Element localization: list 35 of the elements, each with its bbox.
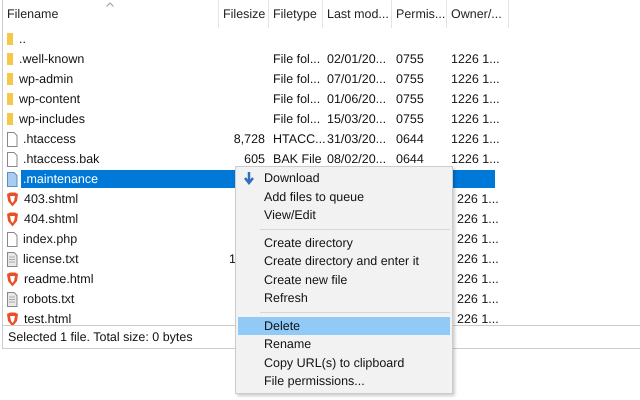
permissions: 0644 bbox=[396, 152, 424, 166]
file-size: 605 bbox=[244, 152, 265, 166]
owner-group: 226 1... bbox=[457, 252, 499, 266]
file-type: File fol... bbox=[273, 72, 320, 86]
file-type: File fol... bbox=[273, 112, 320, 126]
owner-group: 1226 1... bbox=[451, 152, 500, 166]
owner-group: 1226 1... bbox=[451, 132, 500, 146]
owner-group: 1226 1... bbox=[451, 92, 500, 106]
owner-group: 226 1... bbox=[457, 232, 499, 246]
file-size: 8,728 bbox=[234, 132, 265, 146]
permissions: 0755 bbox=[396, 112, 424, 126]
file-type: File fol... bbox=[273, 92, 320, 106]
owner-group: 1226 1... bbox=[451, 52, 500, 66]
file-type: BAK File bbox=[273, 152, 322, 166]
modified-date: 07/01/20... bbox=[327, 72, 386, 86]
permissions: 0755 bbox=[396, 72, 424, 86]
owner-group: 226 1... bbox=[457, 192, 499, 206]
modified-date: 31/03/20... bbox=[327, 132, 386, 146]
owner-group: 226 1... bbox=[457, 272, 499, 286]
status-text: Selected 1 file. Total size: 0 bytes bbox=[8, 330, 193, 344]
modified-date: 15/03/20... bbox=[327, 112, 386, 126]
modified-date: 02/01/20... bbox=[327, 52, 386, 66]
file-size: 1 bbox=[229, 252, 236, 266]
owner-group: 226 1... bbox=[457, 312, 499, 325]
permissions: 0755 bbox=[396, 92, 424, 106]
permissions: 0755 bbox=[396, 52, 424, 66]
modified-date: 01/06/20... bbox=[327, 92, 386, 106]
owner-group: 1226 1... bbox=[451, 72, 500, 86]
owner-group: 226 1... bbox=[457, 292, 499, 306]
owner-group: 226 1... bbox=[457, 212, 499, 226]
file-type: File fol... bbox=[273, 52, 320, 66]
file-type: HTACC... bbox=[273, 132, 326, 146]
modified-date: 08/02/20... bbox=[327, 152, 386, 166]
permissions: 0644 bbox=[396, 132, 424, 146]
owner-group: 1226 1... bbox=[451, 112, 500, 126]
